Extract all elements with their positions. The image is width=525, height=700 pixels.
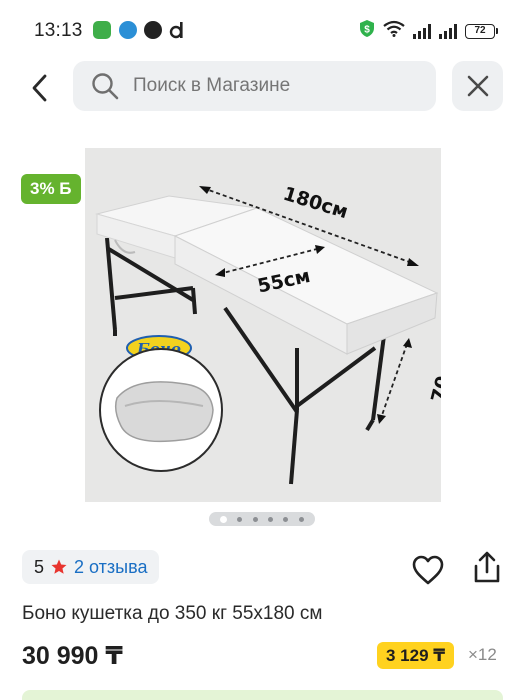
search-icon <box>92 73 119 100</box>
f-app-icon <box>144 21 162 39</box>
pagination-dot[interactable] <box>237 516 243 522</box>
close-button[interactable] <box>452 61 503 111</box>
wifi-icon <box>383 20 405 42</box>
pagination-dot[interactable] <box>298 516 304 522</box>
share-button[interactable] <box>470 550 506 586</box>
pagination-dot[interactable] <box>268 516 274 522</box>
close-icon <box>467 75 488 97</box>
star-icon <box>51 559 67 574</box>
installment-count: ×12 <box>468 645 497 664</box>
battery-icon: 72 <box>465 23 498 39</box>
pagination-dot[interactable] <box>252 516 258 522</box>
d-app-icon <box>169 21 187 39</box>
status-bar: 13:13 $ 72 <box>0 0 525 62</box>
search-bar[interactable] <box>73 61 436 111</box>
back-button[interactable] <box>18 66 62 110</box>
dimension-length-label: 180см <box>281 183 351 223</box>
share-icon <box>474 551 500 583</box>
product-price: 30 990 ₸ <box>22 642 123 670</box>
clock: 13:13 <box>34 20 83 41</box>
product-title: Боно кушетка до 350 кг 55x180 см <box>22 603 323 624</box>
product-image: 180см 55см 70см Боно <box>95 183 441 485</box>
promo-banner[interactable] <box>22 690 503 700</box>
pagination-dot[interactable] <box>283 516 289 522</box>
telegram-icon <box>119 21 137 39</box>
shield-app-icon <box>93 21 111 39</box>
installment-price-badge[interactable]: 3 129 ₸ <box>377 642 455 669</box>
image-pagination[interactable] <box>209 512 315 526</box>
search-input[interactable] <box>133 75 413 97</box>
dimension-height-label: 70см <box>427 348 441 405</box>
cashback-badge: 3% Б <box>21 174 81 204</box>
svg-text:$: $ <box>364 25 370 36</box>
vpn-shield-icon: $ <box>359 19 375 43</box>
product-image-gallery[interactable]: 180см 55см 70см Боно <box>85 148 441 502</box>
favorite-button[interactable] <box>410 552 446 588</box>
status-right: $ 72 <box>359 19 498 43</box>
rating-reviews-chip[interactable]: 5 2 отзыва <box>22 550 160 584</box>
rating-value: 5 <box>34 556 45 577</box>
reviews-link[interactable]: 2 отзыва <box>74 557 147 578</box>
pagination-dot-active[interactable] <box>220 515 228 523</box>
chevron-left-icon <box>32 74 47 102</box>
signal-icon-1 <box>413 23 431 39</box>
signal-icon-2 <box>439 23 457 39</box>
heart-icon <box>412 555 444 585</box>
